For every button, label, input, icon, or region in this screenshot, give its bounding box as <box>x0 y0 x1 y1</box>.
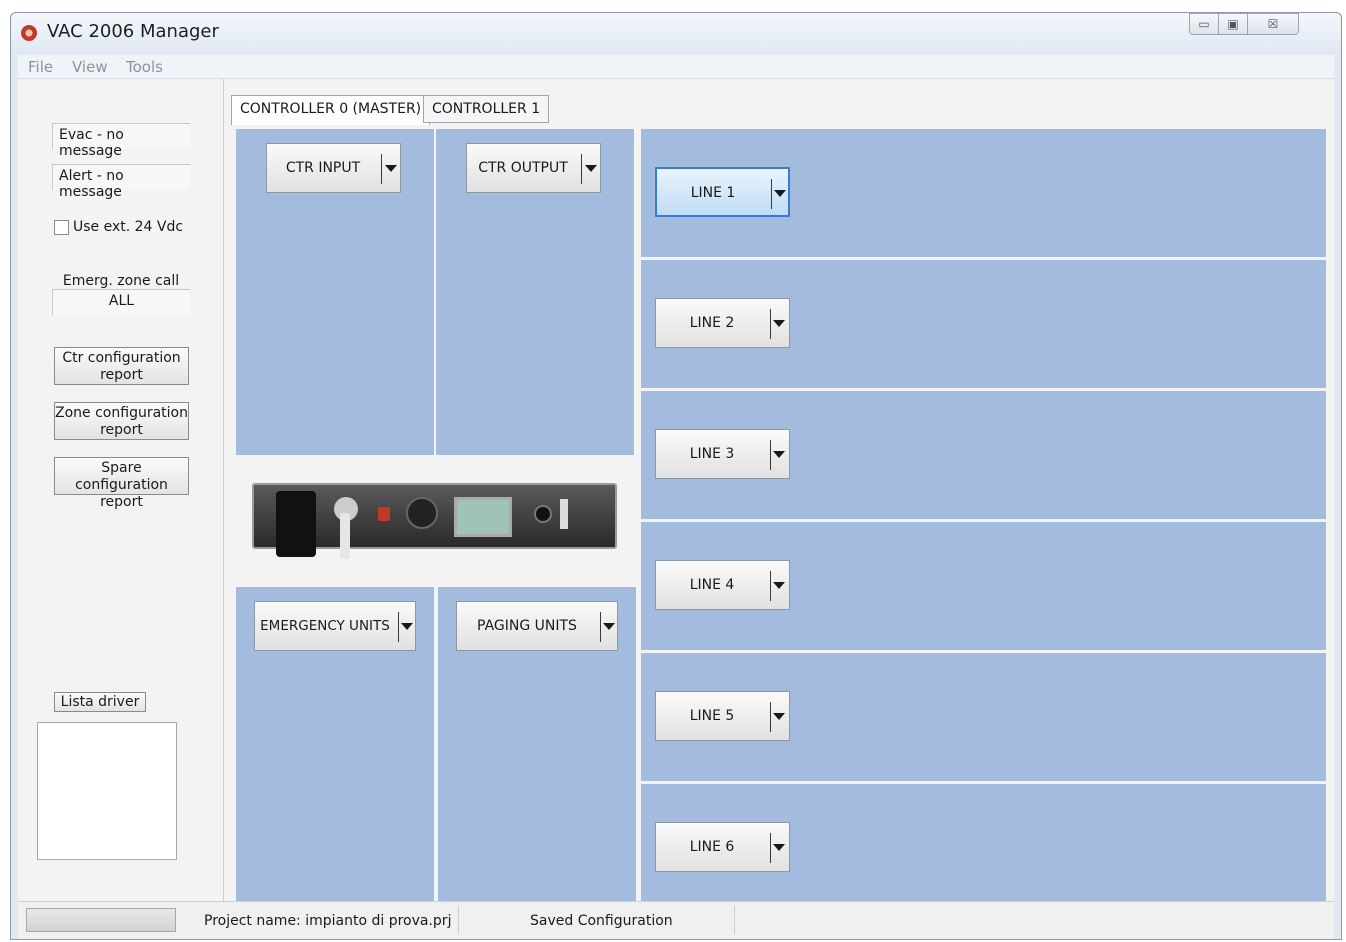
line-4-panel: LINE 4 <box>641 522 1326 650</box>
chevron-down-icon <box>773 451 785 458</box>
ctr-input-dropdown[interactable]: CTR INPUT <box>266 143 401 193</box>
dropdown-divider <box>600 612 601 642</box>
zone-configuration-report-button[interactable]: Zone configuration report <box>54 402 189 440</box>
button-label: Ctr configuration <box>62 350 181 366</box>
line-1-panel: LINE 1 <box>641 129 1326 257</box>
dropdown-label: LINE 6 <box>689 839 735 855</box>
dropdown-label: LINE 4 <box>689 577 735 593</box>
minimize-button[interactable]: ▭ <box>1189 13 1219 35</box>
chevron-down-icon <box>585 165 597 172</box>
button-label: report <box>100 494 143 510</box>
chevron-down-icon <box>385 165 397 172</box>
status-divider <box>734 906 735 934</box>
dropdown-label: LINE 2 <box>689 315 735 331</box>
ctr-configuration-report-button[interactable]: Ctr configuration report <box>54 347 189 385</box>
emerg-zone-label: Emerg. zone call <box>62 273 180 289</box>
button-label: Spare configuration <box>75 460 168 493</box>
emergency-button-icon <box>378 507 390 521</box>
menu-bar: File View Tools <box>18 55 1334 79</box>
use-ext-24vdc-checkbox[interactable] <box>54 220 69 235</box>
menu-tools[interactable]: Tools <box>126 58 163 76</box>
client-area: Evac - no message Alert - no message Use… <box>18 79 1334 901</box>
line-4-dropdown[interactable]: LINE 4 <box>655 560 790 610</box>
chevron-down-icon <box>773 320 785 327</box>
evac-message-field: Evac - no message <box>52 123 190 159</box>
emergency-units-dropdown[interactable]: EMERGENCY UNITS <box>254 601 416 651</box>
line-5-dropdown[interactable]: LINE 5 <box>655 691 790 741</box>
status-divider <box>458 906 459 934</box>
close-button[interactable]: ☒ <box>1247 13 1299 35</box>
line-6-panel: LINE 6 <box>641 784 1326 901</box>
ctr-output-dropdown[interactable]: CTR OUTPUT <box>466 143 601 193</box>
dropdown-divider <box>770 309 771 339</box>
port-icon <box>560 499 568 529</box>
ctr-input-panel: CTR INPUT <box>236 129 434 455</box>
chevron-down-icon <box>773 713 785 720</box>
display-screen-icon <box>454 497 512 537</box>
line-2-dropdown[interactable]: LINE 2 <box>655 298 790 348</box>
menu-file[interactable]: File <box>28 58 53 76</box>
emergency-units-panel: EMERGENCY UNITS <box>236 587 434 901</box>
dropdown-divider <box>771 179 772 209</box>
line-1-dropdown[interactable]: LINE 1 <box>655 167 790 217</box>
line-5-panel: LINE 5 <box>641 653 1326 781</box>
tab-controller-0[interactable]: CONTROLLER 0 (MASTER) <box>231 95 431 125</box>
dropdown-label: LINE 1 <box>690 185 736 201</box>
app-icon <box>21 25 37 41</box>
alert-message-field: Alert - no message <box>52 164 190 200</box>
dropdown-label: EMERGENCY UNITS <box>260 618 390 634</box>
dropdown-divider <box>381 154 382 184</box>
button-label: report <box>100 367 143 383</box>
button-label: report <box>100 422 143 438</box>
dropdown-divider <box>770 571 771 601</box>
emerg-zone-value: ALL <box>52 289 190 315</box>
use-ext-24vdc-label: Use ext. 24 Vdc <box>73 219 184 235</box>
microphone-icon <box>276 491 316 557</box>
button-label: Zone configuration <box>55 405 188 421</box>
title-bar: VAC 2006 Manager ▭ ▣ ☒ <box>11 13 1341 53</box>
progress-bar <box>26 908 176 932</box>
volume-knob-icon <box>406 497 438 529</box>
paging-units-dropdown[interactable]: PAGING UNITS <box>456 601 618 651</box>
paging-units-panel: PAGING UNITS <box>438 587 636 901</box>
line-6-dropdown[interactable]: LINE 6 <box>655 822 790 872</box>
dropdown-label: CTR INPUT <box>285 160 361 176</box>
project-name-status: Project name: impianto di prova.prj <box>204 913 452 929</box>
tab-controller-1[interactable]: CONTROLLER 1 <box>423 95 550 123</box>
key-icon <box>340 513 350 559</box>
dropdown-divider <box>398 612 399 642</box>
controller-device-image <box>252 483 617 559</box>
chevron-down-icon <box>773 844 785 851</box>
chevron-down-icon <box>774 190 786 197</box>
dropdown-divider <box>770 440 771 470</box>
dropdown-label: LINE 3 <box>689 446 735 462</box>
dropdown-label: PAGING UNITS <box>477 618 577 634</box>
chevron-down-icon <box>773 582 785 589</box>
maximize-button[interactable]: ▣ <box>1218 13 1248 35</box>
dropdown-label: LINE 5 <box>689 708 735 724</box>
line-2-panel: LINE 2 <box>641 260 1326 388</box>
spare-configuration-report-button[interactable]: Spare configuration report <box>54 457 189 510</box>
dropdown-label: CTR OUTPUT <box>478 160 568 176</box>
dropdown-divider <box>581 154 582 184</box>
driver-list[interactable] <box>37 722 177 860</box>
lista-driver-button[interactable]: Lista driver <box>54 692 146 712</box>
saved-configuration-status: Saved Configuration <box>530 913 673 929</box>
chevron-down-icon <box>603 623 615 630</box>
left-panel: Evac - no message Alert - no message Use… <box>18 79 224 901</box>
status-bar: Project name: impianto di prova.prj Save… <box>18 901 1334 939</box>
line-3-panel: LINE 3 <box>641 391 1326 519</box>
dropdown-divider <box>770 833 771 863</box>
jog-knob-icon <box>534 505 552 523</box>
ctr-output-panel: CTR OUTPUT <box>436 129 634 455</box>
line-3-dropdown[interactable]: LINE 3 <box>655 429 790 479</box>
window-title: VAC 2006 Manager <box>47 21 219 42</box>
app-window: VAC 2006 Manager ▭ ▣ ☒ File View Tools E… <box>10 12 1342 940</box>
dropdown-divider <box>770 702 771 732</box>
menu-view[interactable]: View <box>72 58 108 76</box>
chevron-down-icon <box>401 623 413 630</box>
